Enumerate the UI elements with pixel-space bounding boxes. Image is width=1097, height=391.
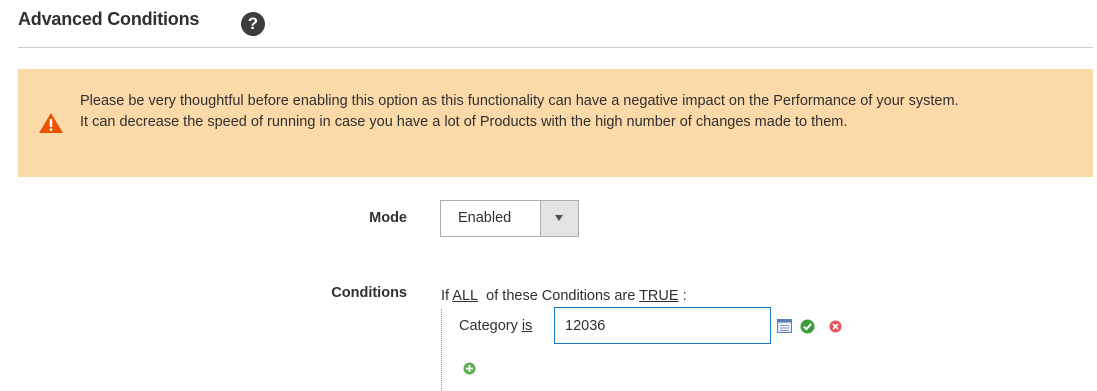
notice-line-2: It can decrease the speed of running in … (80, 114, 848, 130)
rule-operator-link[interactable]: is (522, 318, 532, 334)
rule-value-input[interactable] (554, 307, 771, 344)
condition-rule: Category is (459, 318, 532, 334)
chooser-icon[interactable] (777, 319, 792, 333)
notice-message: Please be very thoughtful before enablin… (80, 91, 1070, 133)
section-title: Advanced Conditions (18, 9, 200, 29)
conditions-tree-line (441, 309, 442, 391)
rule-attribute: Category (459, 318, 518, 334)
title-divider (18, 47, 1093, 48)
value-link[interactable]: TRUE (639, 288, 678, 304)
conditions-label: Conditions (331, 285, 407, 301)
remove-icon[interactable] (829, 320, 842, 333)
conditions-middle-text: of these Conditions are (486, 288, 636, 304)
aggregator-link[interactable]: ALL (452, 288, 478, 304)
question-icon[interactable]: ? (241, 12, 265, 36)
notice-line-1: Please be very thoughtful before enablin… (80, 93, 959, 109)
warning-icon (39, 113, 63, 133)
mode-select[interactable]: Enabled (440, 200, 579, 237)
add-condition-icon[interactable] (463, 362, 476, 375)
mode-selected-value: Enabled (458, 210, 512, 226)
apply-check-icon[interactable] (800, 319, 815, 334)
conditions-header: If ALL of these Conditions are TRUE : (441, 288, 687, 304)
conditions-suffix: : (682, 288, 687, 304)
chevron-down-icon (555, 215, 563, 221)
mode-label: Mode (369, 210, 407, 226)
mode-dropdown-toggle[interactable] (540, 201, 578, 236)
conditions-prefix: If (441, 288, 450, 304)
